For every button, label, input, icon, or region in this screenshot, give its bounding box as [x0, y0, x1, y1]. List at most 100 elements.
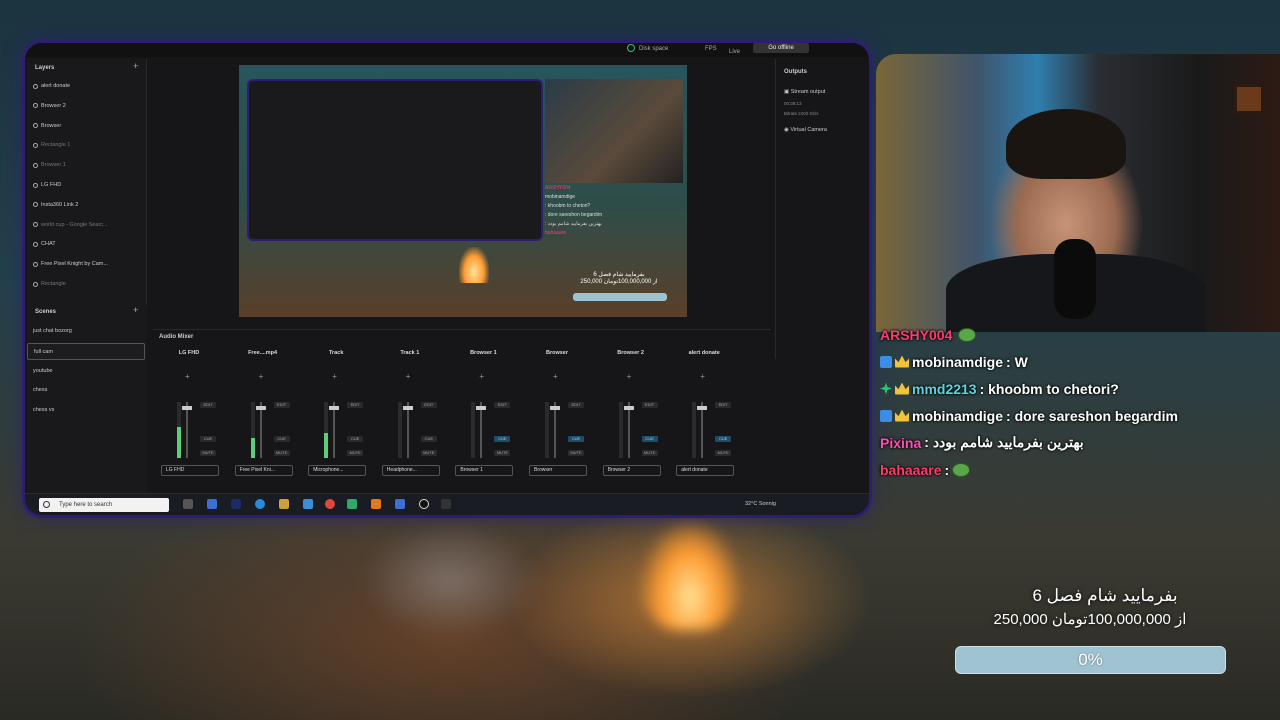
channel-name[interactable]: Free....mp4	[233, 350, 293, 356]
volume-fader[interactable]	[554, 402, 556, 458]
edge-icon[interactable]	[255, 499, 265, 509]
app-icon[interactable]	[303, 499, 313, 509]
cue-button[interactable]: CUE	[641, 436, 658, 442]
layer-item[interactable]: CHAT	[33, 237, 143, 251]
cue-button[interactable]: CUE	[715, 436, 732, 442]
mute-button[interactable]: MUTE	[347, 450, 364, 456]
layer-item[interactable]: LG FHD	[33, 178, 143, 192]
scene-item[interactable]: chess	[27, 382, 145, 399]
fader-handle[interactable]	[550, 406, 560, 410]
cue-button[interactable]: CUE	[200, 436, 216, 442]
mute-button[interactable]: MUTE	[568, 450, 584, 456]
channel-name[interactable]: Browser 2	[601, 350, 661, 356]
layer-item[interactable]: Browser 2	[33, 99, 143, 113]
add-filter-icon[interactable]: +	[627, 372, 632, 381]
fader-handle[interactable]	[402, 406, 413, 410]
edit-button[interactable]: EDIT	[200, 402, 216, 408]
layer-item[interactable]: Insta360 Link 2	[33, 198, 143, 212]
volume-fader[interactable]	[627, 402, 630, 458]
channel-name[interactable]: Track	[306, 350, 366, 356]
channel-name[interactable]: Browser 1	[453, 350, 513, 356]
cue-button[interactable]: CUE	[494, 436, 511, 442]
volume-fader[interactable]	[701, 402, 704, 458]
canvas-preview[interactable]: ARSHY004 mobinamdige : khoobm to chetori…	[239, 65, 687, 317]
layer-item[interactable]: alert donate	[33, 79, 143, 93]
volume-fader[interactable]	[480, 402, 483, 458]
channel-source-select[interactable]: Headphone...	[381, 465, 440, 476]
mute-button[interactable]: MUTE	[494, 450, 511, 456]
mute-button[interactable]: MUTE	[715, 450, 732, 456]
cue-button[interactable]: CUE	[347, 436, 364, 442]
mute-button[interactable]: MUTE	[641, 450, 658, 456]
fader-handle[interactable]	[697, 406, 708, 410]
add-filter-icon[interactable]: +	[332, 372, 337, 381]
edit-button[interactable]: EDIT	[347, 402, 364, 408]
add-filter-icon[interactable]: +	[259, 372, 264, 381]
add-scene-icon[interactable]: +	[133, 305, 138, 315]
layer-item[interactable]: world cup - Google Searc...	[33, 218, 143, 232]
channel-source-select[interactable]: Free Pixel Kni...	[234, 465, 293, 476]
app-icon[interactable]	[395, 499, 405, 509]
channel-source-select[interactable]: LG FHD	[161, 465, 219, 476]
add-filter-icon[interactable]: +	[700, 372, 705, 381]
edit-button[interactable]: EDIT	[420, 402, 437, 408]
stream-output-item[interactable]: ▣ Stream output	[784, 89, 825, 95]
task-view-icon[interactable]	[183, 499, 193, 509]
layer-item[interactable]: Rectangle 1	[33, 138, 143, 152]
vlc-icon[interactable]	[371, 499, 381, 509]
add-filter-icon[interactable]: +	[553, 372, 558, 381]
layer-item[interactable]: Free Pixel Knight by Cam...	[33, 257, 143, 271]
channel-source-select[interactable]: Microphone...	[308, 465, 367, 476]
scene-item[interactable]: full cam	[27, 342, 145, 360]
copilot-icon[interactable]	[207, 499, 217, 509]
volume-fader[interactable]	[186, 402, 188, 458]
scene-item[interactable]: youtube	[27, 363, 145, 380]
volume-fader[interactable]	[333, 402, 336, 458]
chrome-icon[interactable]	[325, 499, 335, 509]
edit-button[interactable]: EDIT	[715, 402, 732, 408]
cue-button[interactable]: CUE	[568, 436, 584, 442]
cue-button[interactable]: CUE	[420, 436, 437, 442]
volume-fader[interactable]	[406, 402, 409, 458]
channel-name[interactable]: LG FHD	[159, 350, 219, 356]
go-offline-button[interactable]: Go offline	[753, 43, 809, 53]
scene-item[interactable]: just chat bozorg	[27, 323, 145, 340]
layer-item[interactable]: Browser	[33, 119, 143, 133]
fader-handle[interactable]	[623, 406, 634, 410]
mute-button[interactable]: MUTE	[273, 450, 290, 456]
edit-button[interactable]: EDIT	[568, 402, 584, 408]
mute-button[interactable]: MUTE	[420, 450, 437, 456]
channel-name[interactable]: Track 1	[380, 350, 440, 356]
add-filter-icon[interactable]: +	[185, 372, 190, 381]
premiere-icon[interactable]	[231, 499, 241, 509]
mute-button[interactable]: MUTE	[200, 450, 216, 456]
obs-icon[interactable]	[419, 499, 429, 509]
file-explorer-icon[interactable]	[279, 499, 289, 509]
fader-handle[interactable]	[329, 406, 340, 410]
virtual-camera-item[interactable]: ◉ Virtual Camera	[784, 127, 827, 133]
channel-source-select[interactable]: Browser 1	[455, 465, 514, 476]
taskbar-search-input[interactable]: Type here to search	[39, 498, 169, 512]
fader-handle[interactable]	[182, 406, 192, 410]
cue-button[interactable]: CUE	[273, 436, 290, 442]
add-filter-icon[interactable]: +	[479, 372, 484, 381]
layer-item[interactable]: Browser 1	[33, 158, 143, 172]
app-icon[interactable]	[441, 499, 451, 509]
add-layer-icon[interactable]: +	[133, 61, 138, 71]
scene-item[interactable]: chess vs	[27, 402, 145, 419]
fader-handle[interactable]	[255, 406, 266, 410]
app-icon[interactable]	[347, 499, 357, 509]
channel-source-select[interactable]: alert donate	[676, 465, 735, 476]
channel-name[interactable]: Browser	[527, 350, 587, 356]
crown-badge-icon	[895, 409, 909, 422]
edit-button[interactable]: EDIT	[273, 402, 290, 408]
edit-button[interactable]: EDIT	[494, 402, 511, 408]
layer-item[interactable]: Rectangle	[33, 277, 143, 291]
add-filter-icon[interactable]: +	[406, 372, 411, 381]
channel-name[interactable]: alert donate	[674, 350, 734, 356]
channel-source-select[interactable]: Browser 2	[602, 465, 661, 476]
volume-fader[interactable]	[259, 402, 262, 458]
channel-source-select[interactable]: Browser	[529, 465, 587, 476]
fader-handle[interactable]	[476, 406, 487, 410]
edit-button[interactable]: EDIT	[641, 402, 658, 408]
